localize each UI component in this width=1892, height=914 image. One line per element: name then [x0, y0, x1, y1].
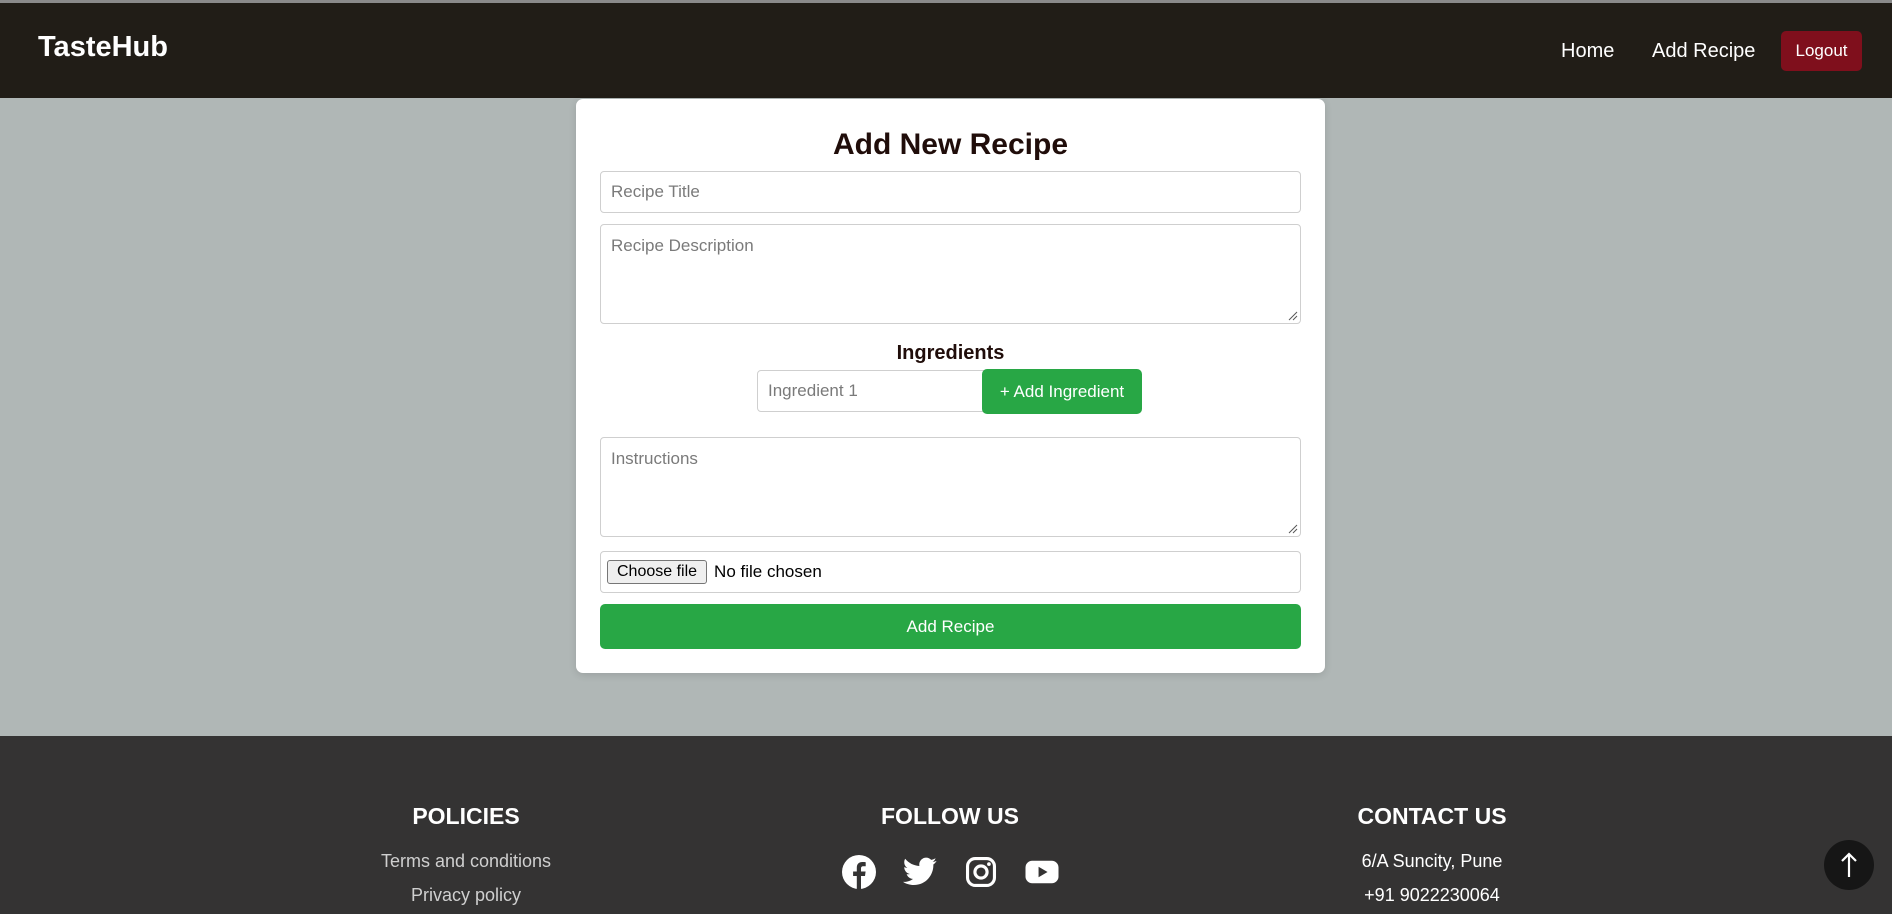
image-file-input: Choose file No file chosen — [600, 551, 1301, 593]
contact-phone: +91 9022230064 — [1364, 885, 1500, 905]
instagram-icon[interactable] — [963, 854, 999, 890]
contact-address: 6/A Suncity, Pune — [1361, 851, 1503, 871]
arrow-up-icon — [1841, 852, 1857, 877]
terms-link[interactable]: Terms and conditions — [266, 851, 666, 872]
follow-heading: FOLLOW US — [881, 803, 1019, 829]
recipe-description-textarea[interactable]: Recipe Description — [600, 224, 1301, 324]
resize-handle-icon[interactable] — [1288, 311, 1298, 321]
footer: POLICIES Terms and conditions Privacy po… — [0, 736, 1892, 914]
privacy-link[interactable]: Privacy policy — [266, 885, 666, 906]
resize-handle-icon[interactable] — [1288, 524, 1298, 534]
scroll-to-top-button[interactable] — [1824, 840, 1874, 890]
add-ingredient-button[interactable]: + Add Ingredient — [982, 369, 1142, 414]
recipe-title-placeholder: Recipe Title — [611, 182, 700, 201]
social-icons-row — [750, 854, 1150, 890]
recipe-description-placeholder: Recipe Description — [611, 236, 754, 255]
navbar: TasteHub Home Add Recipe Logout — [0, 3, 1892, 98]
ingredient-placeholder: Ingredient 1 — [768, 381, 858, 400]
brand-logo[interactable]: TasteHub — [38, 31, 168, 64]
add-recipe-submit-button[interactable]: Add Recipe — [600, 604, 1301, 649]
add-recipe-card: Add New Recipe Recipe Title Recipe Descr… — [576, 99, 1325, 673]
contact-heading: CONTACT US — [1357, 803, 1507, 829]
file-status-text: No file chosen — [714, 562, 822, 581]
page-title: Add New Recipe — [832, 128, 1069, 161]
choose-file-button[interactable]: Choose file — [607, 560, 708, 584]
ingredients-heading: Ingredients — [896, 342, 1005, 364]
instructions-placeholder: Instructions — [611, 449, 698, 468]
ingredient-input[interactable]: Ingredient 1 — [757, 370, 984, 412]
logout-button[interactable]: Logout — [1781, 31, 1862, 71]
nav-link-add-recipe[interactable]: Add Recipe — [1652, 40, 1755, 63]
twitter-icon[interactable] — [902, 854, 938, 890]
facebook-icon[interactable] — [841, 854, 877, 890]
youtube-icon[interactable] — [1024, 854, 1060, 890]
recipe-title-input[interactable]: Recipe Title — [600, 171, 1301, 213]
instructions-textarea[interactable]: Instructions — [600, 437, 1301, 537]
policies-heading: POLICIES — [412, 803, 520, 829]
nav-link-home[interactable]: Home — [1561, 40, 1614, 63]
